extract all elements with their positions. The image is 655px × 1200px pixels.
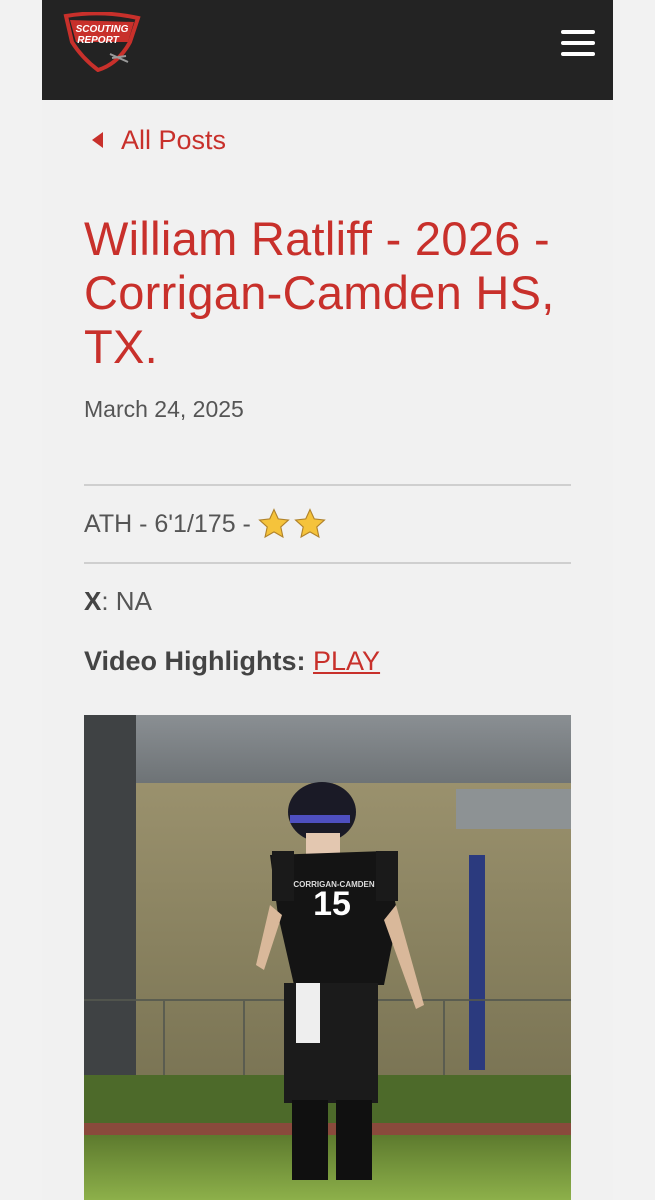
jersey-team: CORRIGAN-CAMDEN xyxy=(293,880,375,889)
caret-left-icon xyxy=(92,132,103,148)
video-highlights-line: Video Highlights: PLAY xyxy=(84,644,571,678)
player-meta-text: ATH - 6'1/175 - xyxy=(84,509,251,538)
star-icon xyxy=(258,508,290,539)
player-photo: 15 CORRIGAN-CAMDEN xyxy=(84,715,571,1200)
play-link[interactable]: PLAY xyxy=(313,646,380,676)
page-container: SCOUTING REPORT All Posts William Ratlif… xyxy=(42,0,613,1200)
post-content: All Posts William Ratliff - 2026 - Corri… xyxy=(42,122,613,678)
x-value: : NA xyxy=(101,586,152,616)
star-icon xyxy=(294,508,326,539)
star-rating xyxy=(257,507,327,541)
site-header: SCOUTING REPORT xyxy=(42,0,613,100)
all-posts-label: All Posts xyxy=(121,124,227,155)
page-margin-left xyxy=(0,0,42,1200)
post-title: William Ratliff - 2026 - Corrigan-Camden… xyxy=(84,212,555,373)
shield-logo-icon[interactable]: SCOUTING REPORT xyxy=(62,12,142,72)
player-meta: ATH - 6'1/175 - xyxy=(84,486,571,562)
menu-icon[interactable] xyxy=(561,30,595,56)
logo-text-top: SCOUTING xyxy=(76,24,129,35)
divider xyxy=(84,562,571,564)
x-handle-line: X: NA xyxy=(84,584,571,618)
jersey-number: 15 xyxy=(313,885,351,923)
logo-text-bottom: REPORT xyxy=(77,35,119,46)
video-highlights-label: Video Highlights: xyxy=(84,646,306,676)
page-margin-right xyxy=(613,0,655,1200)
post-date: March 24, 2025 xyxy=(84,396,244,422)
x-label: X xyxy=(84,586,102,616)
all-posts-link[interactable]: All Posts xyxy=(84,122,571,158)
